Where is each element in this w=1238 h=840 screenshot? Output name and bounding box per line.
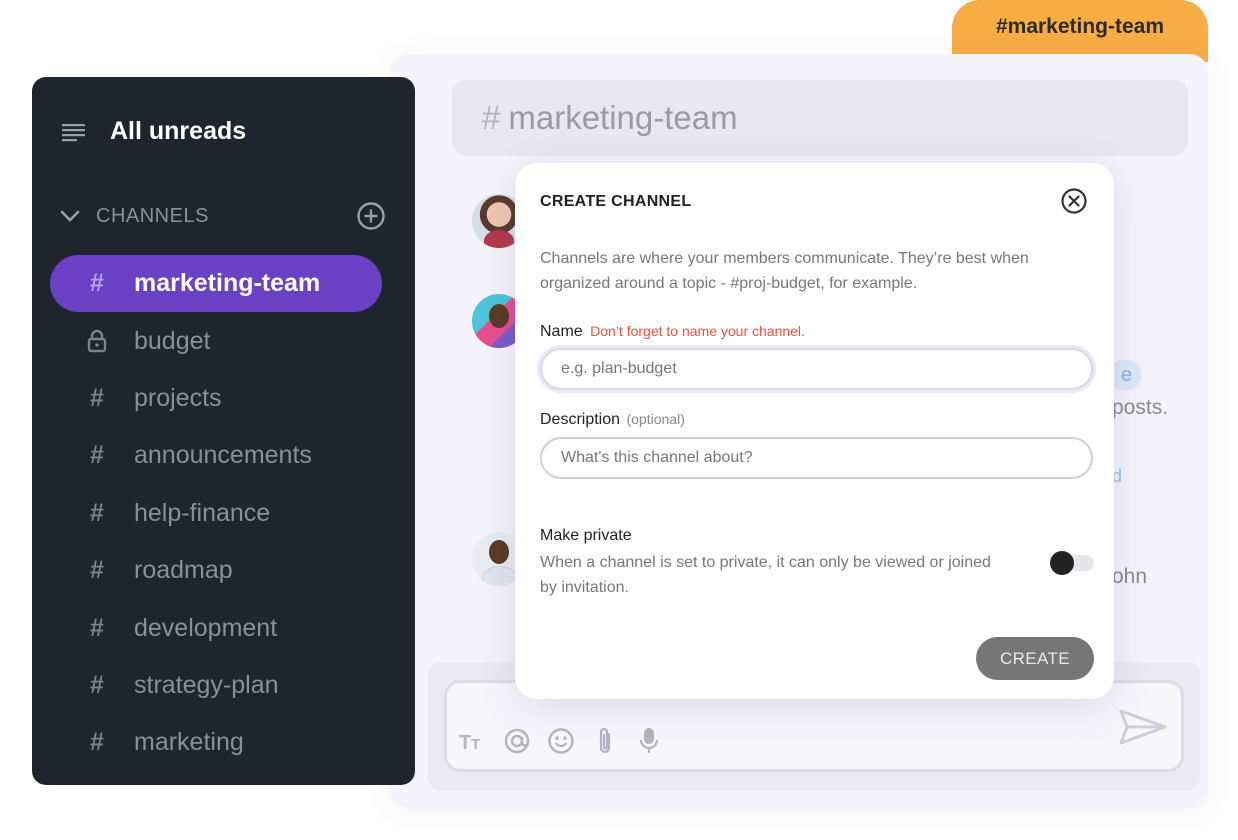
hash-icon: # bbox=[90, 269, 104, 298]
channel-label: development bbox=[134, 613, 278, 642]
channels-section-header: CHANNELS bbox=[60, 201, 386, 231]
active-channel-tab-label: #marketing-team bbox=[995, 15, 1165, 38]
mention-chip-text: e bbox=[1120, 363, 1132, 386]
make-private-toggle[interactable] bbox=[1050, 551, 1094, 575]
channel-label: announcements bbox=[134, 441, 312, 470]
channel-list: # marketing-team budget # projects # ann… bbox=[50, 255, 382, 772]
send-icon[interactable] bbox=[1117, 707, 1169, 747]
emoji-icon[interactable] bbox=[547, 727, 575, 755]
name-validation-hint: Don’t forget to name your channel. bbox=[590, 323, 805, 339]
active-channel-tab[interactable]: #marketing-team bbox=[952, 0, 1208, 62]
create-button[interactable]: CREATE bbox=[976, 637, 1094, 680]
hash-icon: # bbox=[482, 99, 501, 136]
attachment-icon[interactable] bbox=[591, 727, 619, 755]
channel-label: roadmap bbox=[134, 556, 233, 585]
channels-section-label: CHANNELS bbox=[96, 204, 209, 227]
sidebar-item-roadmap[interactable]: # roadmap bbox=[50, 542, 382, 599]
svg-text:T: T bbox=[459, 732, 471, 753]
channel-label: projects bbox=[134, 383, 222, 412]
name-field-label: Name Don’t forget to name your channel. bbox=[540, 323, 805, 341]
description-label-text: Description bbox=[540, 411, 621, 428]
chat-header-title: marketing-team bbox=[508, 99, 738, 136]
sidebar-item-strategy-plan[interactable]: # strategy-plan bbox=[50, 657, 382, 714]
close-icon[interactable] bbox=[1060, 187, 1088, 215]
sidebar-item-projects[interactable]: # projects bbox=[50, 370, 382, 427]
name-label-text: Name bbox=[540, 323, 583, 340]
composer-toolbar: TT bbox=[459, 727, 663, 755]
description-field-label: Description (optional) bbox=[540, 411, 685, 429]
create-channel-dialog: CREATE CHANNEL Channels are where your m… bbox=[515, 163, 1114, 699]
all-unreads-label: All unreads bbox=[110, 117, 247, 145]
message-text: ohn bbox=[1112, 565, 1148, 588]
hash-icon: # bbox=[90, 613, 104, 642]
make-private-label: Make private bbox=[540, 527, 632, 544]
hash-icon: # bbox=[90, 498, 104, 527]
lock-icon bbox=[84, 329, 110, 353]
text-format-icon[interactable]: TT bbox=[459, 727, 487, 755]
sidebar-item-help-finance[interactable]: # help-finance bbox=[50, 485, 382, 542]
mention-icon[interactable] bbox=[503, 727, 531, 755]
hash-icon: # bbox=[90, 556, 104, 585]
hash-icon: # bbox=[90, 728, 104, 757]
hash-icon: # bbox=[90, 670, 104, 699]
sidebar-item-budget[interactable]: budget bbox=[50, 312, 382, 369]
all-unreads-item[interactable]: All unreads bbox=[62, 117, 246, 146]
channel-label: strategy-plan bbox=[134, 670, 279, 699]
make-private-description: When a channel is set to private, it can… bbox=[540, 554, 991, 596]
sidebar-item-marketing-team[interactable]: # marketing-team bbox=[50, 255, 382, 313]
channel-name-input[interactable] bbox=[540, 348, 1093, 390]
channel-label: marketing bbox=[134, 728, 244, 757]
optional-marker: (optional) bbox=[626, 411, 685, 427]
toggle-knob bbox=[1050, 551, 1074, 575]
channel-label: budget bbox=[134, 326, 211, 355]
message-text: posts. bbox=[1112, 396, 1169, 419]
sidebar: All unreads CHANNELS # marketing-team bu… bbox=[32, 77, 415, 785]
add-channel-icon[interactable] bbox=[356, 201, 386, 231]
svg-text:T: T bbox=[471, 736, 480, 753]
sidebar-item-marketing[interactable]: # marketing bbox=[50, 714, 382, 771]
dialog-title: CREATE CHANNEL bbox=[540, 193, 692, 210]
sidebar-item-development[interactable]: # development bbox=[50, 599, 382, 656]
list-icon bbox=[62, 123, 85, 141]
channel-description-input[interactable] bbox=[540, 437, 1093, 479]
hash-icon: # bbox=[90, 383, 104, 412]
channel-label: marketing-team bbox=[134, 269, 321, 298]
dialog-description: Channels are where your members communic… bbox=[540, 250, 1029, 292]
channel-label: help-finance bbox=[134, 498, 271, 527]
chevron-down-icon[interactable] bbox=[60, 209, 80, 223]
sidebar-item-announcements[interactable]: # announcements bbox=[50, 427, 382, 484]
chat-header: # marketing-team bbox=[452, 80, 1188, 156]
hash-icon: # bbox=[90, 441, 104, 470]
microphone-icon[interactable] bbox=[635, 727, 663, 755]
